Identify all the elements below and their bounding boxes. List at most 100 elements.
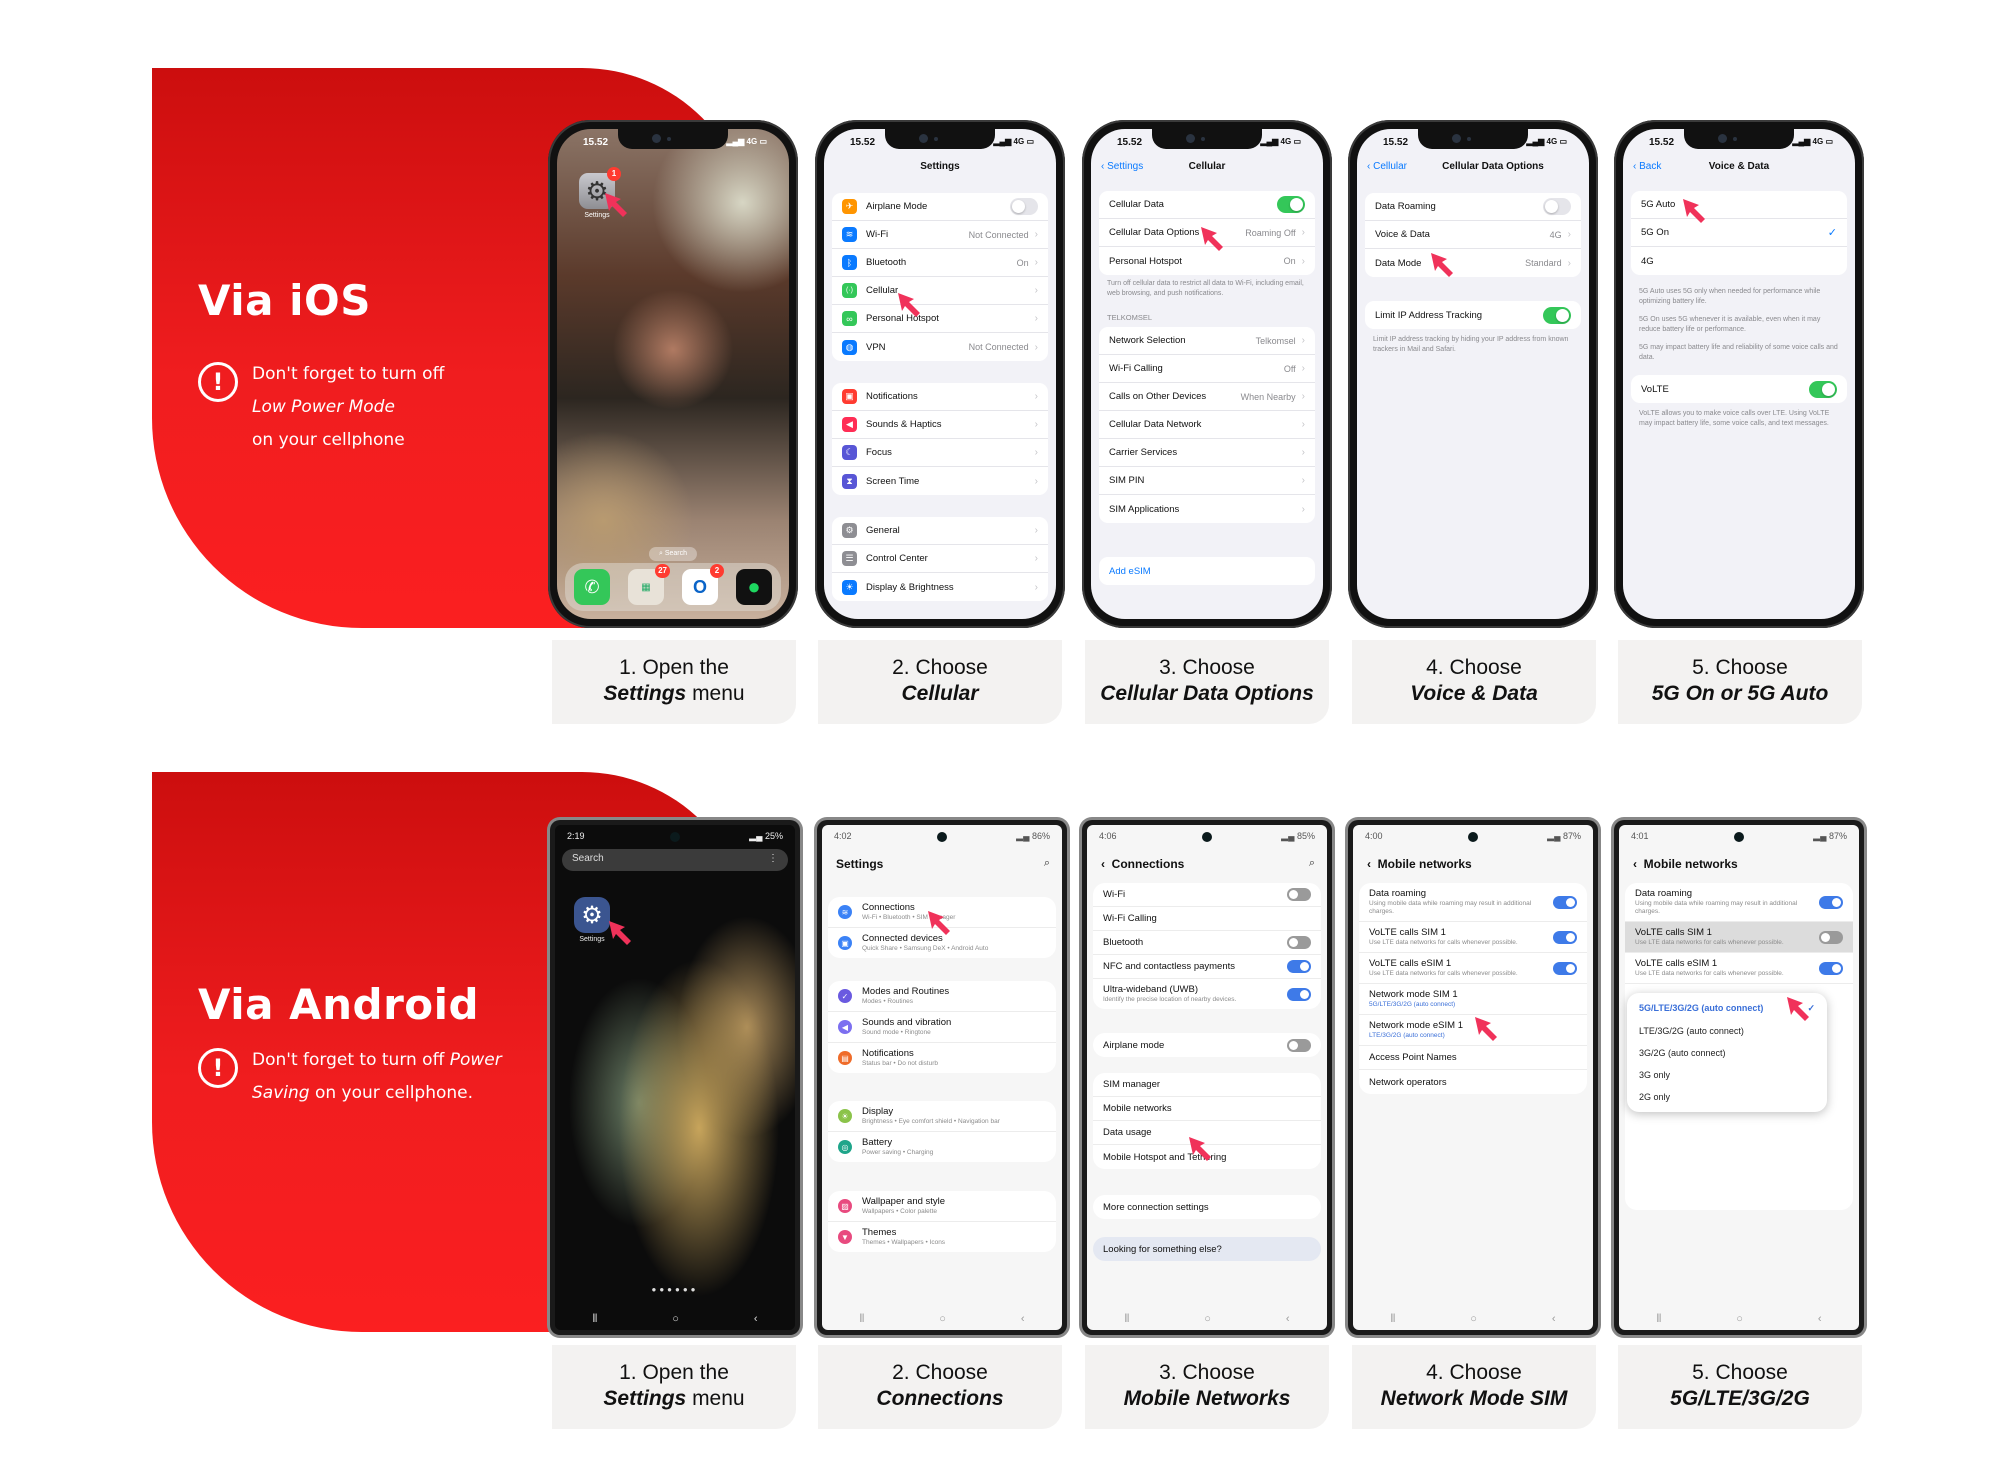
list-item[interactable]: Calls on Other Devices When Nearby › bbox=[1099, 383, 1315, 411]
back-button[interactable]: ‹ bbox=[1818, 1313, 1822, 1326]
settings-row-airplane[interactable]: ✈ Airplane Mode bbox=[832, 193, 1048, 221]
airplane-toggle[interactable] bbox=[1287, 1038, 1311, 1052]
settings-item-wallpaper[interactable]: ▨ Wallpaper and style Wallpapers • Color p… bbox=[828, 1191, 1056, 1222]
back-button[interactable]: ‹ bbox=[1552, 1313, 1556, 1326]
option-4g[interactable]: 4G bbox=[1631, 247, 1847, 275]
data-mode-row[interactable]: Data Mode Standard › bbox=[1365, 249, 1581, 277]
home-button[interactable]: ○ bbox=[939, 1313, 946, 1326]
list-item[interactable]: Access Point Names bbox=[1359, 1046, 1587, 1070]
more-options-icon[interactable]: ⋮ bbox=[768, 853, 778, 867]
list-item[interactable]: Data roaming Using mobile data while roam… bbox=[1625, 883, 1853, 922]
network-option[interactable]: 3G only bbox=[1627, 1064, 1827, 1086]
list-item[interactable]: VoLTE calls SIM 1 Use LTE data networks f… bbox=[1359, 922, 1587, 953]
data-roaming-toggle[interactable] bbox=[1553, 895, 1577, 909]
settings-row-bluetooth[interactable]: ᛒ Bluetooth On › bbox=[832, 249, 1048, 277]
list-item[interactable]: More connection settings bbox=[1093, 1195, 1321, 1219]
home-button[interactable]: ○ bbox=[1204, 1313, 1211, 1326]
option-5g-auto[interactable]: 5G Auto bbox=[1631, 191, 1847, 219]
list-item[interactable]: Wi-Fi Calling Off › bbox=[1099, 355, 1315, 383]
settings-item-themes[interactable]: ▼ Themes Themes • Wallpapers • Icons bbox=[828, 1222, 1056, 1252]
volte-esim1-toggle[interactable] bbox=[1819, 961, 1843, 975]
search-icon[interactable]: ⌕ bbox=[1044, 857, 1050, 870]
data-roaming-row[interactable]: Data Roaming bbox=[1365, 193, 1581, 221]
volte-toggle[interactable] bbox=[1809, 380, 1837, 398]
recents-button[interactable]: ⦀ bbox=[1124, 1313, 1129, 1326]
settings-item-battery[interactable]: ◎ Battery Power saving • Charging bbox=[828, 1132, 1056, 1162]
settings-item-display[interactable]: ☀ Display Brightness • Eye comfort shield … bbox=[828, 1101, 1056, 1132]
list-item[interactable]: VoLTE calls eSIM 1 Use LTE data networks … bbox=[1359, 953, 1587, 984]
list-item[interactable]: SIM PIN › bbox=[1099, 467, 1315, 495]
mobile-networks-item[interactable]: Mobile networks bbox=[1093, 1097, 1321, 1121]
wifi-toggle[interactable] bbox=[1287, 888, 1311, 901]
spotify-app-icon[interactable]: ● bbox=[736, 569, 772, 605]
back-chevron-icon[interactable]: ‹ bbox=[1633, 857, 1637, 871]
list-item[interactable]: Wi-Fi Calling bbox=[1093, 907, 1321, 931]
recents-button[interactable]: ⦀ bbox=[1656, 1313, 1661, 1326]
volte-esim1-toggle[interactable] bbox=[1553, 961, 1577, 975]
back-chevron-icon[interactable]: ‹ bbox=[1367, 857, 1371, 871]
airplane-toggle[interactable] bbox=[1010, 198, 1038, 215]
cellular-data-toggle[interactable] bbox=[1277, 196, 1305, 213]
settings-item-notifications[interactable]: ▤ Notifications Status bar • Do not distur… bbox=[828, 1043, 1056, 1073]
home-search-bar[interactable]: Search ⋮ bbox=[562, 849, 788, 871]
settings-item-sounds[interactable]: ◀ Sounds and vibration Sound mode • Ringto… bbox=[828, 1012, 1056, 1043]
settings-row-focus[interactable]: ☾ Focus › bbox=[832, 439, 1048, 467]
volte-sim1-toggle[interactable] bbox=[1553, 930, 1577, 944]
uwb-toggle[interactable] bbox=[1287, 987, 1311, 1001]
list-item[interactable]: Wi-Fi bbox=[1093, 883, 1321, 907]
outlook-app-icon[interactable]: O2 bbox=[682, 564, 724, 605]
settings-row-general[interactable]: ⚙ General › bbox=[832, 517, 1048, 545]
settings-row-control-center[interactable]: ☰ Control Center › bbox=[832, 545, 1048, 573]
add-esim-button[interactable]: Add eSIM bbox=[1099, 557, 1315, 585]
recents-button[interactable]: ⦀ bbox=[859, 1313, 864, 1326]
social-folder-icon[interactable]: ▦ 27 bbox=[628, 564, 670, 605]
back-chevron-icon[interactable]: ‹ bbox=[1101, 857, 1105, 871]
home-button[interactable]: ○ bbox=[1736, 1313, 1743, 1326]
list-item[interactable]: Bluetooth bbox=[1093, 931, 1321, 955]
list-item[interactable]: VoLTE calls SIM 1 Use LTE data networks f… bbox=[1625, 922, 1853, 953]
looking-for-something-link[interactable]: Looking for something else? bbox=[1093, 1237, 1321, 1261]
list-item[interactable]: Network Selection Telkomsel › bbox=[1099, 327, 1315, 355]
back-button[interactable]: ‹ bbox=[754, 1313, 758, 1326]
list-item[interactable]: Cellular Data Network › bbox=[1099, 411, 1315, 439]
list-item[interactable]: Airplane mode bbox=[1093, 1033, 1321, 1057]
settings-item-modes[interactable]: ✓ Modes and Routines Modes • Routines bbox=[828, 981, 1056, 1012]
recents-button[interactable]: ⦀ bbox=[592, 1313, 597, 1326]
search-icon[interactable]: ⌕ bbox=[1309, 857, 1315, 870]
settings-row-vpn[interactable]: ◍ VPN Not Connected › bbox=[832, 333, 1048, 361]
limit-ip-row[interactable]: Limit IP Address Tracking bbox=[1365, 301, 1581, 329]
phone-app-icon[interactable]: ✆ bbox=[574, 569, 610, 605]
limit-ip-toggle[interactable] bbox=[1543, 306, 1571, 324]
settings-row-hotspot[interactable]: ∞ Personal Hotspot › bbox=[832, 305, 1048, 333]
settings-row-cellular[interactable]: (·) Cellular › bbox=[832, 277, 1048, 305]
list-item[interactable]: Network operators bbox=[1359, 1070, 1587, 1094]
home-button[interactable]: ○ bbox=[672, 1313, 679, 1326]
list-item[interactable]: VoLTE calls eSIM 1 Use LTE data networks … bbox=[1625, 953, 1853, 984]
recents-button[interactable]: ⦀ bbox=[1390, 1313, 1395, 1326]
data-roaming-toggle[interactable] bbox=[1543, 198, 1571, 215]
settings-row-display[interactable]: ☀ Display & Brightness › bbox=[832, 573, 1048, 601]
bluetooth-toggle[interactable] bbox=[1287, 936, 1311, 949]
list-item[interactable]: NFC and contactless payments bbox=[1093, 955, 1321, 979]
settings-row-wifi[interactable]: ≋ Wi-Fi Not Connected › bbox=[832, 221, 1048, 249]
voice-data-row[interactable]: Voice & Data 4G › bbox=[1365, 221, 1581, 249]
home-search-button[interactable]: ⌕ Search bbox=[648, 547, 698, 561]
settings-row-sounds[interactable]: ◀ Sounds & Haptics › bbox=[832, 411, 1048, 439]
nfc-toggle[interactable] bbox=[1287, 960, 1311, 973]
network-option[interactable]: 2G only bbox=[1627, 1086, 1827, 1108]
settings-row-notifications[interactable]: ▣ Notifications › bbox=[832, 383, 1048, 411]
settings-app-icon[interactable]: ⚙ bbox=[574, 897, 610, 933]
data-roaming-toggle[interactable] bbox=[1819, 895, 1843, 909]
network-mode-sim1-item[interactable]: Network mode SIM 1 5G/LTE/3G/2G (auto con… bbox=[1359, 984, 1587, 1015]
cellular-data-row[interactable]: Cellular Data bbox=[1099, 191, 1315, 219]
list-item[interactable]: Ultra-wideband (UWB) Identify the precise… bbox=[1093, 979, 1321, 1009]
volte-sim1-toggle[interactable] bbox=[1819, 930, 1843, 944]
list-item[interactable]: SIM manager bbox=[1093, 1073, 1321, 1097]
list-item[interactable]: Data roaming Using mobile data while roam… bbox=[1359, 883, 1587, 922]
option-5g-on[interactable]: 5G On ✓ bbox=[1631, 219, 1847, 247]
back-button[interactable]: ‹ bbox=[1021, 1313, 1025, 1326]
list-item[interactable]: Carrier Services › bbox=[1099, 439, 1315, 467]
list-item[interactable]: SIM Applications › bbox=[1099, 495, 1315, 523]
volte-row[interactable]: VoLTE bbox=[1631, 375, 1847, 403]
settings-row-screen-time[interactable]: ⧗ Screen Time › bbox=[832, 467, 1048, 495]
